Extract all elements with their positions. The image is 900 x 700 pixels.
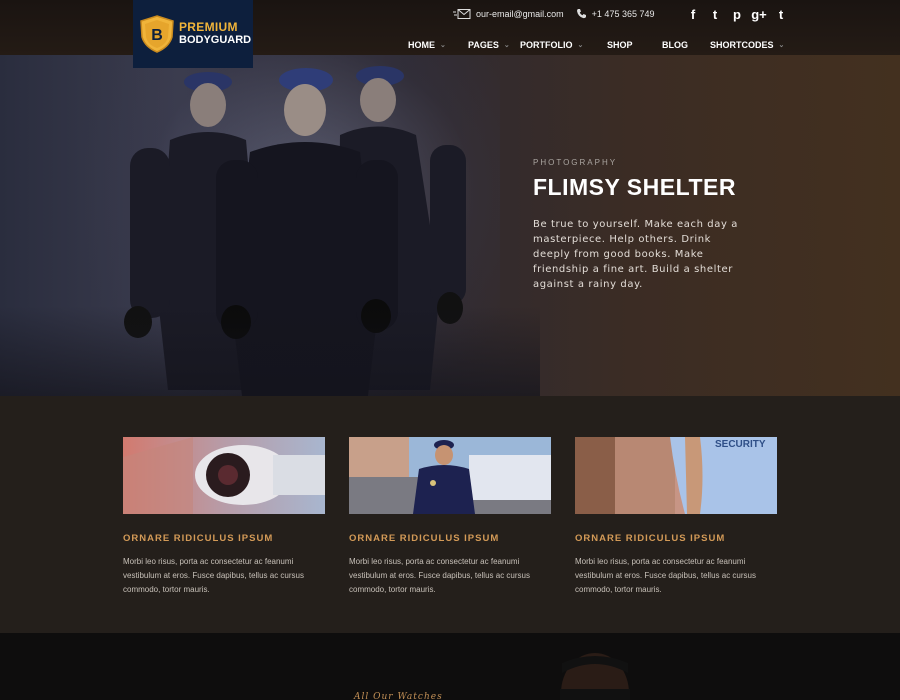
nav-label: BLOG — [662, 40, 688, 50]
service-image-officer[interactable] — [349, 437, 551, 514]
twitter-icon[interactable]: t — [704, 5, 726, 23]
email-text: our-email@gmail.com — [476, 8, 564, 19]
site-logo[interactable]: B PREMIUM BODYGUARD — [133, 0, 253, 68]
contact-bar: our-email@gmail.com +1 475 365 749 — [453, 8, 666, 19]
nav-item-shop[interactable]: SHOP — [607, 38, 662, 52]
service-card: ORNARE RIDICULUS IPSUM Morbi leo risus, … — [123, 437, 325, 597]
nav-label: SHORTCODES — [710, 40, 774, 50]
nav-label: HOME — [408, 40, 435, 50]
chevron-down-icon: ⌄ — [503, 42, 510, 49]
hero-ground-shade — [0, 306, 540, 396]
logo-line-2: BODYGUARD — [179, 34, 252, 46]
nav-label: PAGES — [468, 40, 499, 50]
svg-text:SECURITY: SECURITY — [715, 439, 766, 450]
watches-section: All Our Watches — [0, 633, 900, 700]
phone-text: +1 475 365 749 — [591, 8, 655, 19]
site-header: B PREMIUM BODYGUARD our-email@gmail.com … — [0, 0, 900, 68]
hero-content: PHOTOGRAPHY FLIMSY SHELTER Be true to yo… — [533, 158, 748, 292]
service-body: Morbi leo risus, porta ac consectetur ac… — [123, 557, 304, 594]
social-links: f t p g+ t — [682, 5, 792, 23]
nav-label: PORTFOLIO — [520, 40, 573, 50]
nav-label: SHOP — [607, 40, 633, 50]
main-nav: HOME ⌄ PAGES ⌄ PORTFOLIO ⌄ SHOP BLOG SHORTCODES ⌄ — [408, 38, 790, 52]
services-section: ORNARE RIDICULUS IPSUM Morbi leo risus, … — [0, 396, 900, 633]
contact-phone[interactable]: +1 475 365 749 — [576, 8, 655, 19]
hero-kicker: PHOTOGRAPHY — [533, 158, 618, 167]
nav-item-shortcodes[interactable]: SHORTCODES ⌄ — [710, 38, 790, 52]
nav-item-pages[interactable]: PAGES ⌄ — [468, 38, 520, 52]
logo-line-1: PREMIUM — [179, 20, 238, 34]
chevron-down-icon: ⌄ — [778, 42, 785, 49]
phone-icon — [576, 9, 586, 19]
hero-banner: PHOTOGRAPHY FLIMSY SHELTER Be true to yo… — [0, 55, 900, 396]
service-title[interactable]: ORNARE RIDICULUS IPSUM — [575, 533, 777, 544]
service-body: Morbi leo risus, porta ac consectetur ac… — [349, 557, 530, 594]
shield-logo-icon: B — [139, 15, 175, 53]
service-image-security[interactable]: SECURITY — [575, 437, 777, 514]
chevron-down-icon: ⌄ — [440, 42, 446, 49]
svg-text:B: B — [151, 27, 163, 44]
tumblr-icon[interactable]: t — [770, 5, 792, 23]
contact-email[interactable]: our-email@gmail.com — [453, 8, 564, 19]
facebook-icon[interactable]: f — [682, 5, 704, 23]
logo-text: PREMIUM BODYGUARD — [179, 21, 251, 47]
service-image-cctv[interactable] — [123, 437, 325, 514]
service-title[interactable]: ORNARE RIDICULUS IPSUM — [123, 533, 325, 544]
service-title[interactable]: ORNARE RIDICULUS IPSUM — [349, 533, 551, 544]
nav-item-home[interactable]: HOME ⌄ — [408, 38, 468, 52]
nav-item-portfolio[interactable]: PORTFOLIO ⌄ — [520, 38, 607, 52]
service-body: Morbi leo risus, porta ac consectetur ac… — [575, 557, 756, 594]
service-card: SECURITY ORNARE RIDICULUS IPSUM Morbi le… — [575, 437, 777, 597]
nav-item-blog[interactable]: BLOG — [662, 38, 710, 52]
hero-title: FLIMSY SHELTER — [533, 174, 736, 200]
chevron-down-icon: ⌄ — [577, 42, 584, 49]
service-card: ORNARE RIDICULUS IPSUM Morbi leo risus, … — [349, 437, 551, 597]
envelope-icon — [453, 8, 471, 19]
pinterest-icon[interactable]: p — [726, 5, 748, 23]
watches-heading: All Our Watches — [354, 692, 443, 700]
hero-description: Be true to yourself. Make each day a mas… — [533, 219, 739, 290]
bodyguard-portrait-image — [560, 653, 630, 700]
google-plus-icon[interactable]: g+ — [748, 5, 770, 23]
